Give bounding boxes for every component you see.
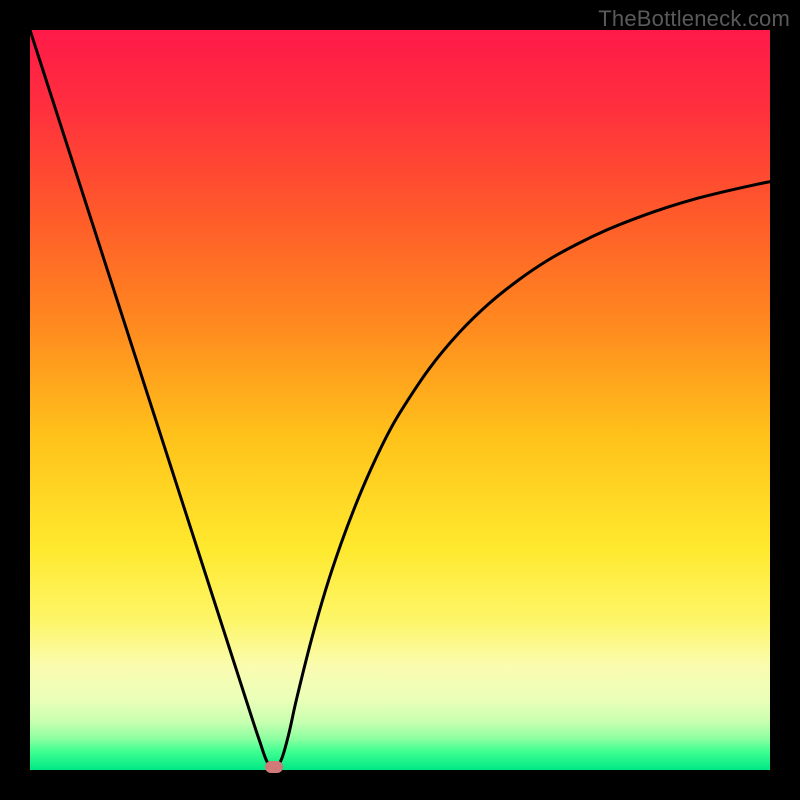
optimum-marker (265, 761, 283, 773)
watermark-text: TheBottleneck.com (598, 6, 790, 32)
chart-background (30, 30, 770, 770)
chart-svg (30, 30, 770, 770)
chart-frame (30, 30, 770, 770)
